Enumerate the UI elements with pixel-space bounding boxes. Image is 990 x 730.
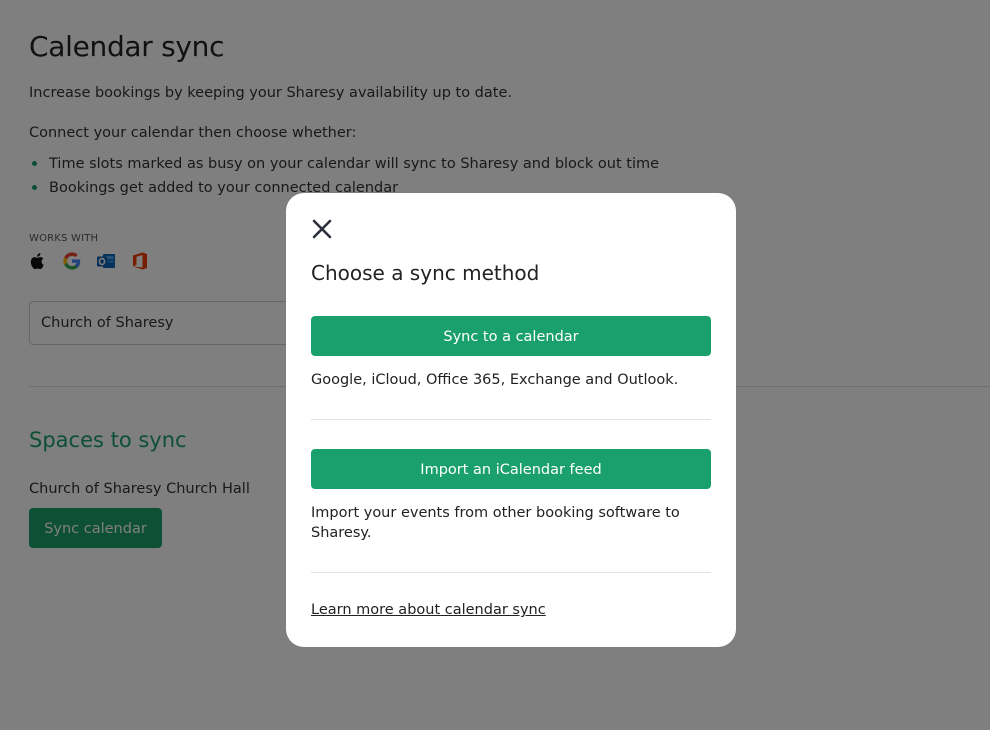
learn-more-link[interactable]: Learn more about calendar sync xyxy=(311,602,546,618)
sync-to-calendar-button[interactable]: Sync to a calendar xyxy=(311,316,711,356)
sync-to-calendar-description: Google, iCloud, Office 365, Exchange and… xyxy=(311,372,679,388)
modal-divider xyxy=(311,572,711,573)
modal-title: Choose a sync method xyxy=(311,261,540,285)
import-icalendar-description: Import your events from other booking so… xyxy=(311,505,680,541)
close-icon[interactable] xyxy=(311,218,333,240)
import-icalendar-button[interactable]: Import an iCalendar feed xyxy=(311,449,711,489)
sync-method-modal: Choose a sync method Sync to a calendar … xyxy=(286,193,736,647)
modal-divider xyxy=(311,419,711,420)
